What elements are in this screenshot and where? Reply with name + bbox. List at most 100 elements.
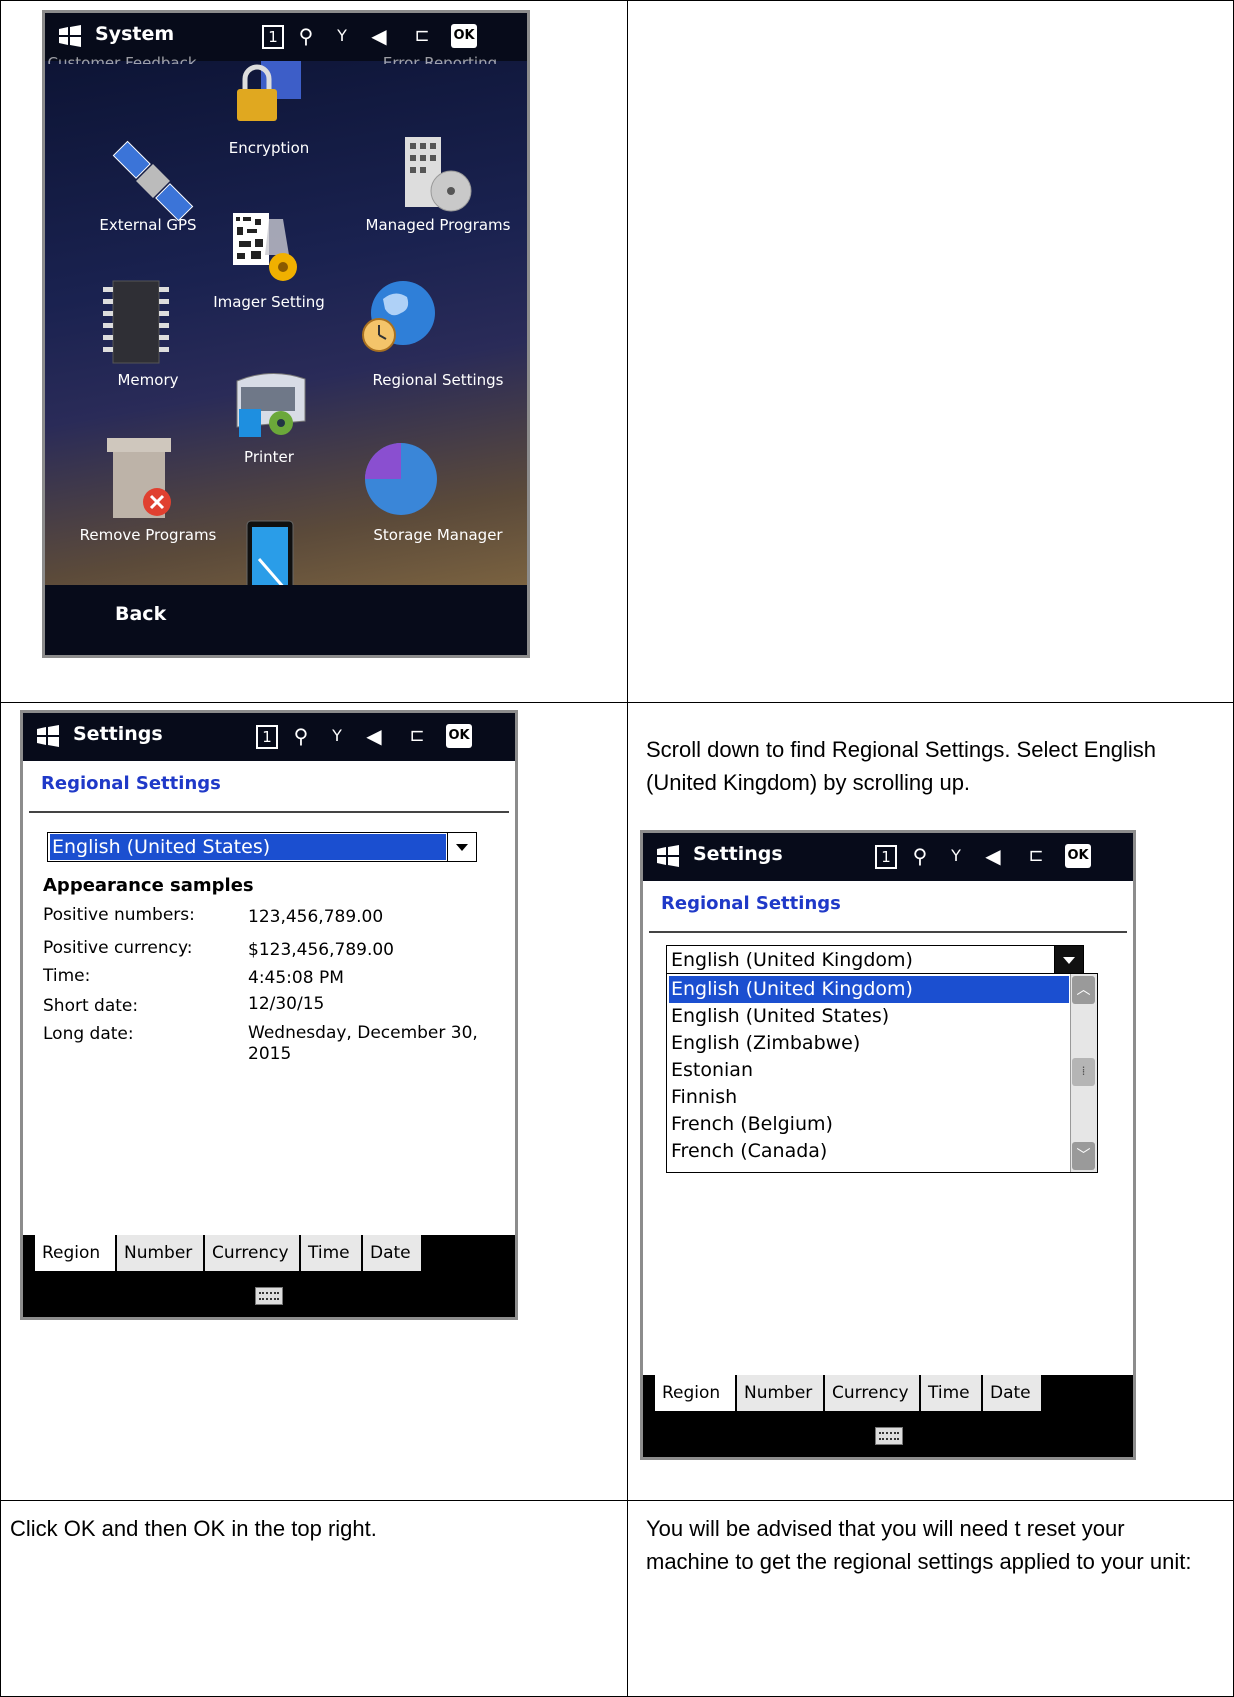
settings-body: Regional Settings English (United Kingdo… xyxy=(643,881,1133,1387)
sample-value: Wednesday, December 30, 2015 xyxy=(248,1023,478,1064)
samples-heading: Appearance samples xyxy=(43,875,254,896)
ok-button[interactable]: OK xyxy=(446,724,472,748)
tab-region[interactable]: Region xyxy=(35,1235,117,1271)
memory-label[interactable]: Memory xyxy=(63,371,233,389)
battery-icon[interactable]: ⊏ xyxy=(1021,842,1051,870)
list-item[interactable]: English (United Kingdom) xyxy=(669,976,1069,1003)
barcode-gear-icon[interactable] xyxy=(231,211,311,291)
imager-setting-label[interactable]: Imager Setting xyxy=(184,293,354,311)
ok-button[interactable]: OK xyxy=(1065,844,1091,868)
tab-time[interactable]: Time xyxy=(301,1235,363,1271)
customer-feedback-label[interactable]: Customer Feedback xyxy=(45,54,207,64)
pie-icon[interactable] xyxy=(361,439,441,519)
table-border-top xyxy=(0,0,1234,1)
tab-region[interactable]: Region xyxy=(655,1375,737,1411)
instruction-text: Scroll down to find Regional Settings. S… xyxy=(646,737,1156,795)
speaker-icon[interactable]: ◀ xyxy=(365,22,393,50)
keyboard-icon[interactable] xyxy=(255,1287,283,1305)
signal-icon[interactable]: Y xyxy=(330,22,354,50)
settings-screenshot: Settings 1 ⚲ Y ◀ ⊏ OK Regional Settings … xyxy=(20,710,518,1320)
locale-dropdown-value: English (United States) xyxy=(50,834,446,860)
title-bar: Settings 1 ⚲ Y ◀ ⊏ OK xyxy=(23,713,515,761)
list-item[interactable]: French (Belgium) xyxy=(669,1111,1069,1138)
chip-icon[interactable] xyxy=(101,279,171,365)
remove-programs-label[interactable]: Remove Programs xyxy=(63,526,233,544)
regional-settings-label[interactable]: Regional Settings xyxy=(353,371,523,389)
tab-number[interactable]: Number xyxy=(117,1235,205,1271)
locale-options-list[interactable]: English (United Kingdom) English (United… xyxy=(666,973,1098,1173)
chevron-down-icon[interactable] xyxy=(447,833,476,861)
connectivity-icon[interactable]: ⚲ xyxy=(292,22,320,50)
table-row-divider-2 xyxy=(0,1500,1234,1501)
building-cd-icon[interactable] xyxy=(401,133,481,213)
encryption-label[interactable]: Encryption xyxy=(184,139,354,157)
tab-date[interactable]: Date xyxy=(983,1375,1043,1411)
scroll-thumb[interactable]: ⁞ xyxy=(1072,1058,1095,1086)
scroll-down-icon[interactable]: ﹀ xyxy=(1072,1142,1095,1170)
sample-label: Positive currency: xyxy=(43,938,193,958)
printer-label[interactable]: Printer xyxy=(184,448,354,466)
sample-value: 123,456,789.00 xyxy=(248,907,384,927)
tab-strip: Region Number Currency Time Date xyxy=(23,1235,515,1277)
ok-button[interactable]: OK xyxy=(451,24,477,48)
sample-value: 4:45:08 PM xyxy=(248,968,344,988)
list-item[interactable]: Finnish xyxy=(669,1084,1069,1111)
sample-value: $123,456,789.00 xyxy=(248,940,395,960)
title-bar: Settings 1 ⚲ Y ◀ ⊏ OK xyxy=(643,833,1133,881)
list-item[interactable]: English (United States) xyxy=(669,1003,1069,1030)
back-softkey[interactable]: Back xyxy=(115,603,166,625)
chevron-down-icon[interactable] xyxy=(1054,946,1083,973)
lock-icon[interactable] xyxy=(231,61,303,123)
sim-slot-icon: 1 xyxy=(875,845,897,869)
managed-programs-label[interactable]: Managed Programs xyxy=(353,216,523,234)
globe-clock-icon[interactable] xyxy=(361,279,437,355)
signal-icon[interactable]: Y xyxy=(944,842,968,870)
softkey-bar: Back xyxy=(45,585,527,655)
title-text: System xyxy=(95,23,175,45)
sim-slot-icon: 1 xyxy=(262,25,284,49)
connectivity-icon[interactable]: ⚲ xyxy=(906,842,934,870)
dropdown-screenshot: Settings 1 ⚲ Y ◀ ⊏ OK Regional Settings … xyxy=(640,830,1136,1460)
tab-currency[interactable]: Currency xyxy=(205,1235,301,1271)
sim-slot-icon: 1 xyxy=(256,725,278,749)
list-item[interactable]: English (Zimbabwe) xyxy=(669,1030,1069,1057)
instruction-text: You will be advised that you will need t… xyxy=(646,1516,1192,1574)
divider xyxy=(649,931,1127,933)
list-item[interactable]: Estonian xyxy=(669,1057,1069,1084)
sample-value: 12/30/15 xyxy=(248,994,325,1014)
settings-body: Regional Settings English (United States… xyxy=(23,761,515,1247)
tab-currency[interactable]: Currency xyxy=(825,1375,921,1411)
softkey-bar xyxy=(643,1417,1133,1457)
printer-icon[interactable] xyxy=(231,361,311,441)
battery-icon[interactable]: ⊏ xyxy=(407,22,437,50)
battery-icon[interactable]: ⊏ xyxy=(402,722,432,750)
list-item[interactable]: French (Canada) xyxy=(669,1138,1069,1165)
windows-logo-icon xyxy=(657,845,679,867)
tab-time[interactable]: Time xyxy=(921,1375,983,1411)
page-title: Regional Settings xyxy=(661,893,841,914)
locale-dropdown[interactable]: English (United States) xyxy=(47,832,477,862)
tab-number[interactable]: Number xyxy=(737,1375,825,1411)
tab-date[interactable]: Date xyxy=(363,1235,423,1271)
external-gps-label[interactable]: External GPS xyxy=(63,216,233,234)
signal-icon[interactable]: Y xyxy=(325,722,349,750)
storage-manager-label[interactable]: Storage Manager xyxy=(353,526,523,544)
keyboard-icon[interactable] xyxy=(875,1427,903,1445)
page-title: Regional Settings xyxy=(41,773,221,794)
speaker-icon[interactable]: ◀ xyxy=(979,842,1007,870)
scrollbar[interactable]: ︿ ⁞ ﹀ xyxy=(1070,974,1097,1172)
speaker-icon[interactable]: ◀ xyxy=(360,722,388,750)
table-row-divider-1 xyxy=(0,702,1234,703)
connectivity-icon[interactable]: ⚲ xyxy=(287,722,315,750)
locale-dropdown-value: English (United Kingdom) xyxy=(669,947,1053,972)
divider xyxy=(29,811,509,813)
scroll-up-icon[interactable]: ︿ xyxy=(1072,976,1095,1004)
error-reporting-label[interactable]: Error Reporting xyxy=(355,54,525,64)
sample-label: Positive numbers: xyxy=(43,905,195,925)
softkey-bar xyxy=(23,1277,515,1317)
title-text: Settings xyxy=(693,843,783,865)
locale-dropdown[interactable]: English (United Kingdom) xyxy=(666,945,1084,974)
tab-strip: Region Number Currency Time Date xyxy=(643,1375,1133,1417)
box-remove-icon[interactable] xyxy=(105,436,177,522)
sample-label: Time: xyxy=(43,966,91,986)
